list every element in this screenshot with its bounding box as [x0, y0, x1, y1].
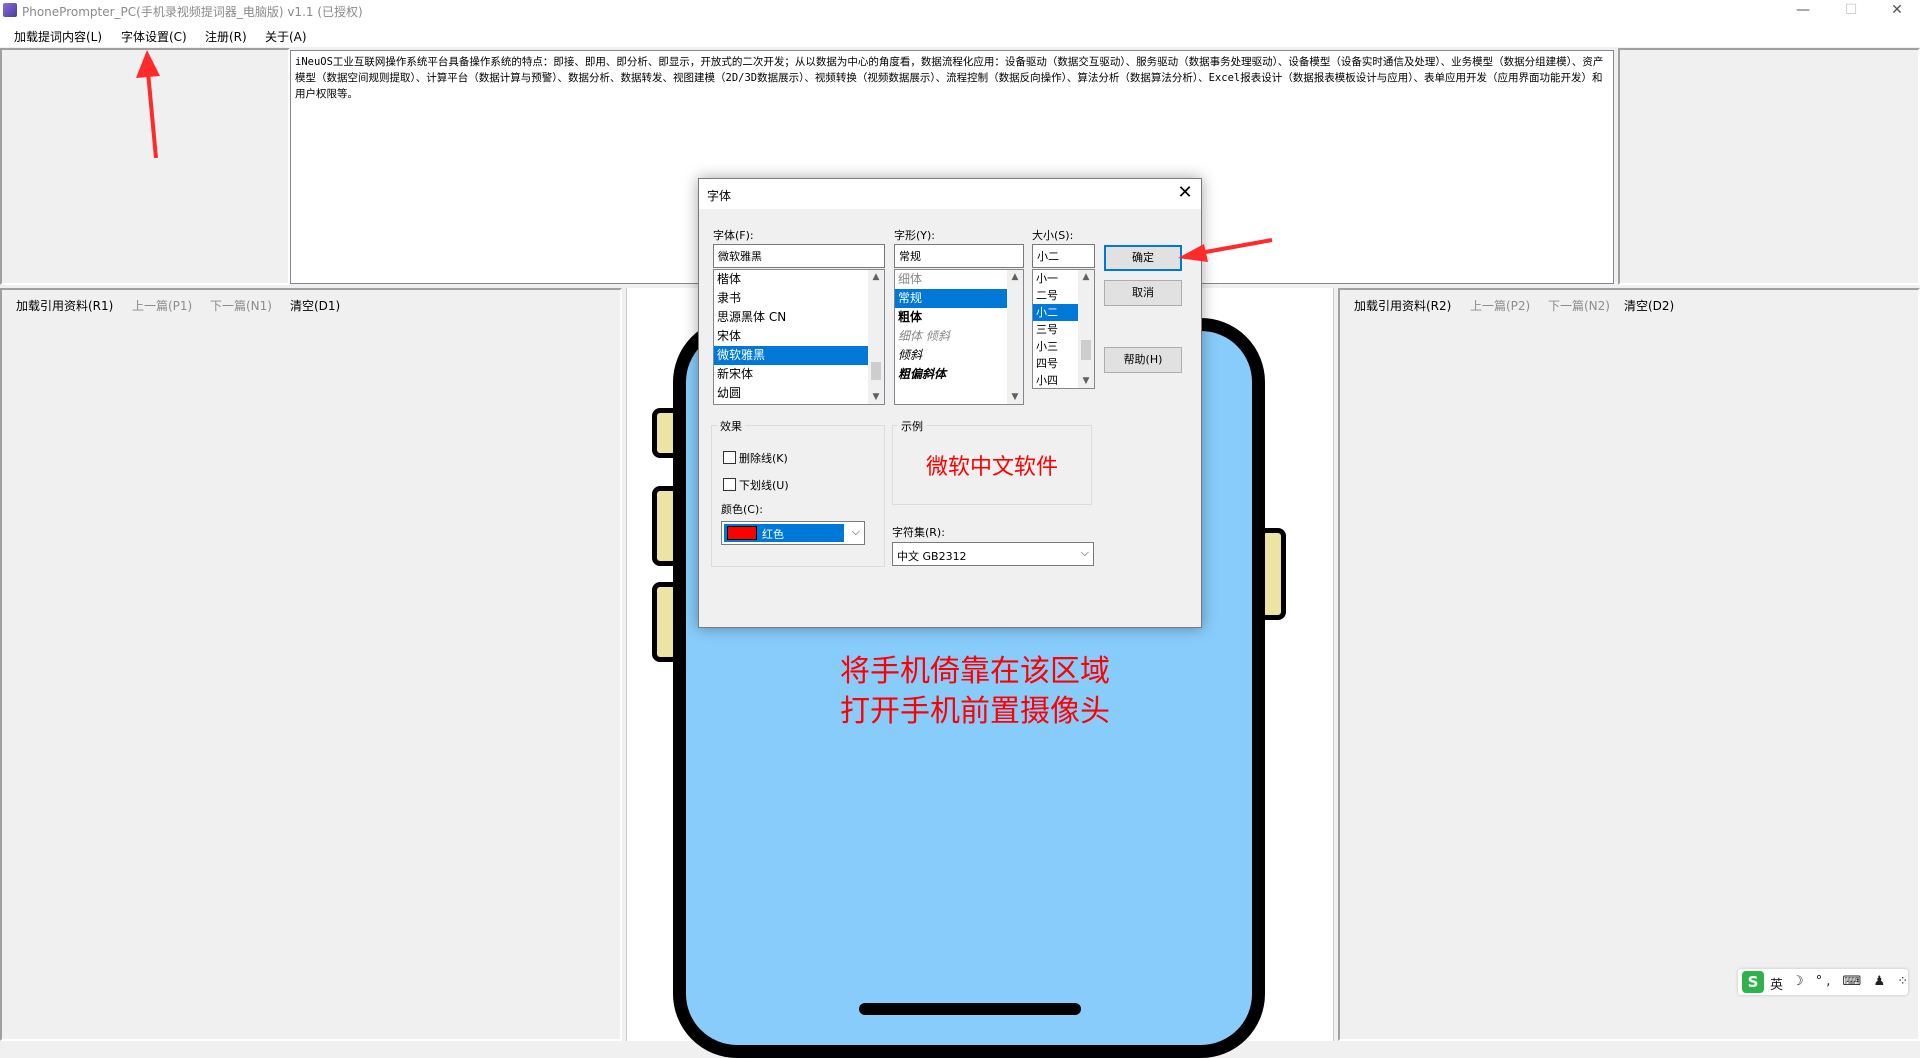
- annotation-arrows: [136, 50, 1273, 262]
- annotation-arrow-menu: [136, 50, 160, 159]
- sogou-logo-icon: S: [1742, 971, 1764, 993]
- ime-language[interactable]: 英: [1770, 974, 1783, 993]
- ime-tool-icons[interactable]: ☽ °, ⌨ ♟ ⁘: [1792, 974, 1912, 989]
- ime-toolbar[interactable]: S 英 ☽ °, ⌨ ♟ ⁘: [1738, 969, 1908, 995]
- annotation-arrow-ok: [1178, 238, 1273, 262]
